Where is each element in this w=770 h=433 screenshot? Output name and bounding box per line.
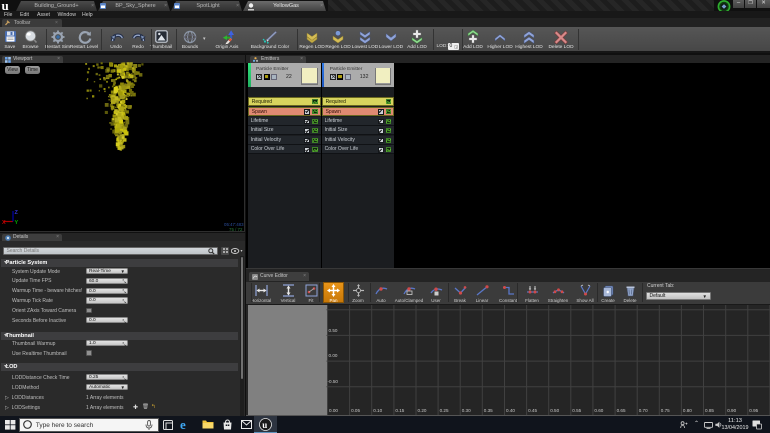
svg-text:u: u	[2, 0, 9, 11]
svg-text:Y: Y	[15, 220, 19, 226]
svg-text:u: u	[262, 420, 267, 430]
svg-text:Z: Z	[15, 210, 19, 216]
svg-text:X: X	[2, 220, 6, 226]
